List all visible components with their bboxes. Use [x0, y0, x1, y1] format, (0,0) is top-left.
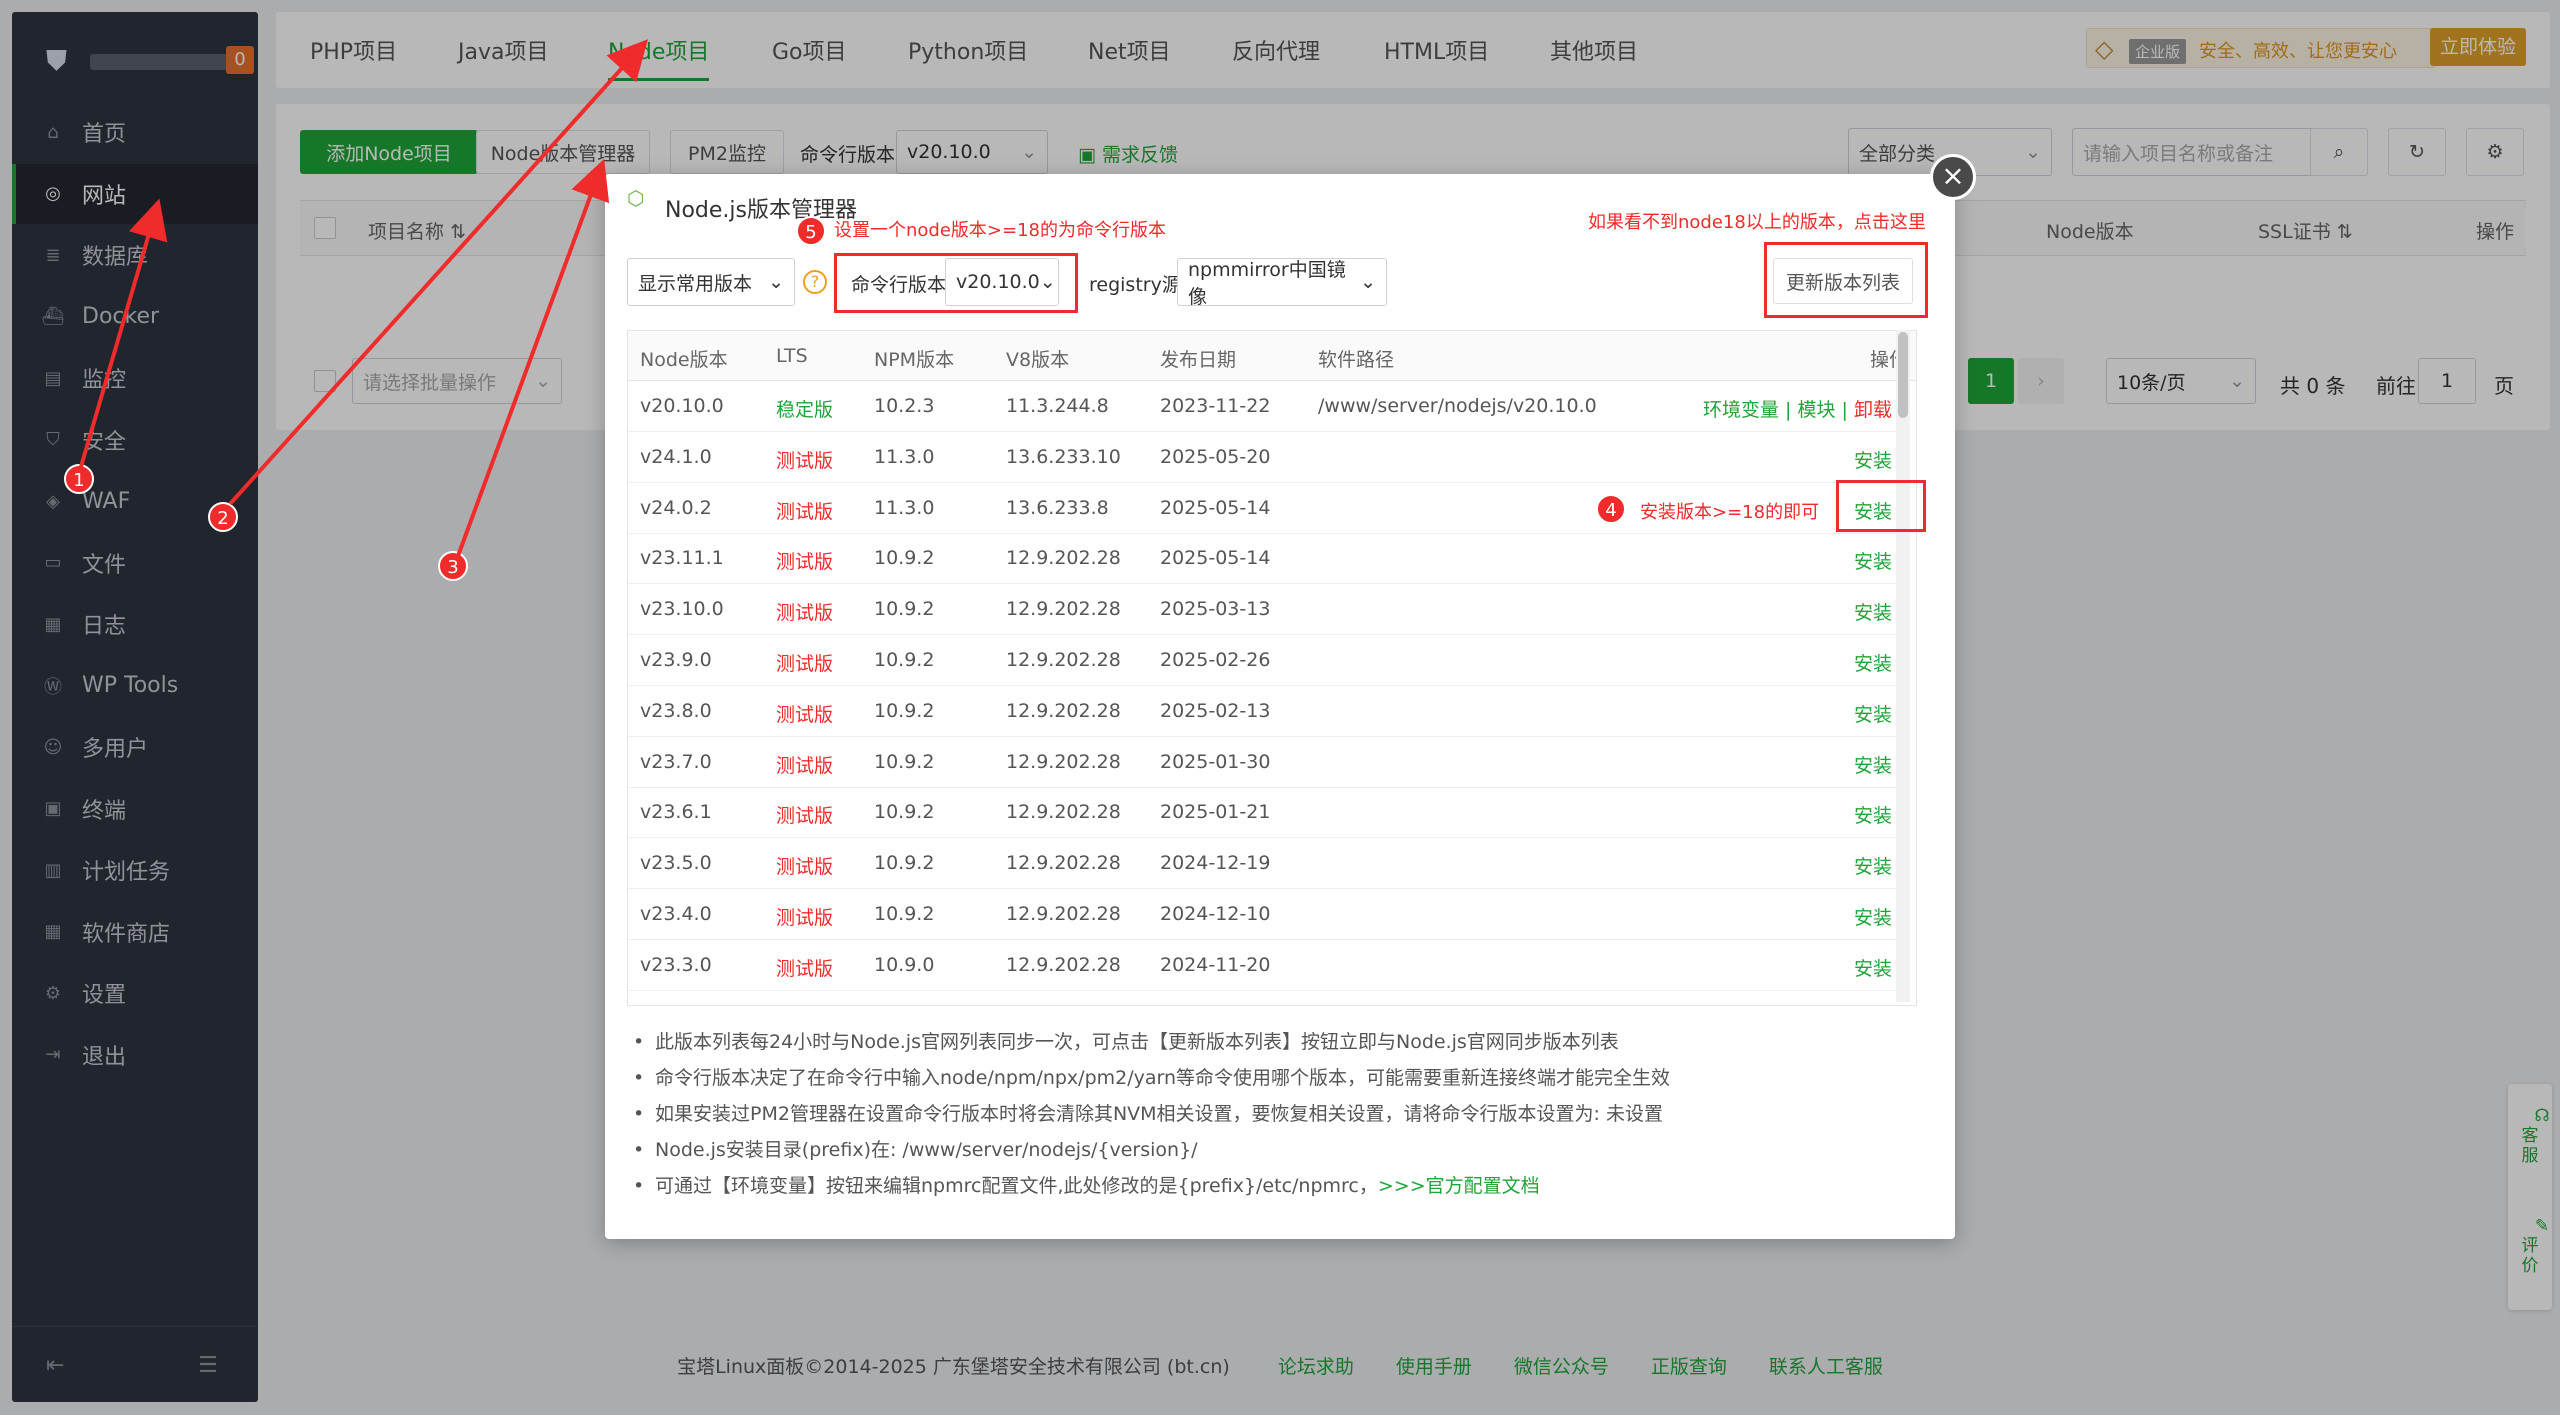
annotation-arrows: [78, 39, 649, 557]
arrow-1: [78, 198, 168, 471]
arrow-2: [228, 39, 649, 506]
